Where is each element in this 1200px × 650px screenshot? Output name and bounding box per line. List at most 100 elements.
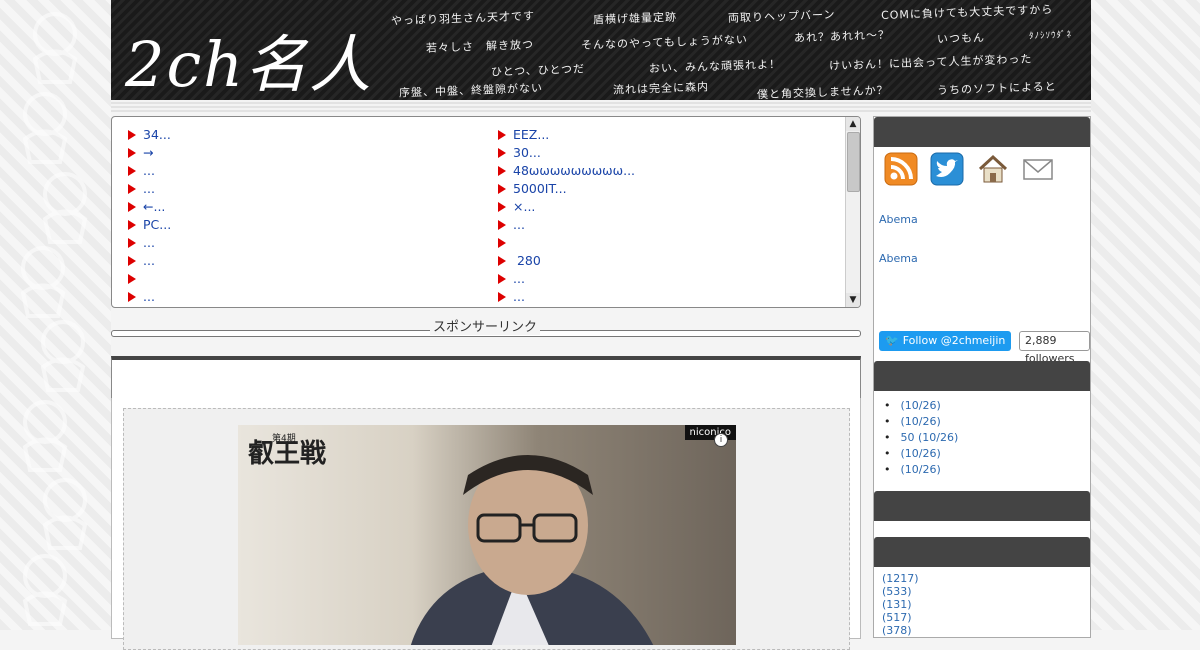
bullet-icon: • <box>884 447 891 460</box>
news-link[interactable]: ... <box>143 253 155 268</box>
header-phrase: 両取りヘップバーン <box>727 8 836 25</box>
news-link[interactable]: → <box>143 145 153 160</box>
news-list-left: 34... → ... ... ←... PC... ... ... ... <box>128 126 171 306</box>
news-link[interactable]: 34... <box>143 127 171 142</box>
news-link[interactable]: ... <box>143 289 155 304</box>
header-phrase: 序盤、中盤、終盤隙がない <box>398 81 544 100</box>
list-item[interactable]: (533) <box>882 585 919 598</box>
header-phrase: けいおん！に出会って人生が変わった <box>828 52 1033 73</box>
twitter-bird-icon: 🐦 <box>885 334 899 347</box>
mascot-icon <box>42 172 88 244</box>
news-link[interactable]: ... <box>143 235 155 250</box>
list-item[interactable]: ←... <box>128 198 171 216</box>
news-link[interactable]: ... <box>143 181 155 196</box>
news-link[interactable]: ... <box>513 289 525 304</box>
list-item[interactable]: • (10/26) <box>884 398 958 414</box>
video-frame: 叡王戦 第4期 niconico i <box>123 408 850 650</box>
mascot-icon <box>42 478 88 550</box>
sponsor-label: スポンサーリンク <box>430 316 541 335</box>
list-item[interactable]: EEZ... <box>498 126 635 144</box>
arrow-right-icon <box>498 256 506 266</box>
scroll-down-button[interactable]: ▼ <box>846 293 860 307</box>
list-item[interactable]: ... <box>128 288 171 306</box>
arrow-right-icon <box>128 184 136 194</box>
header-phrase: COMに負けても大丈夫ですから <box>880 2 1054 23</box>
news-link[interactable]: EEZ... <box>513 127 549 142</box>
list-item[interactable]: • (10/26) <box>884 446 958 462</box>
bullet-icon: • <box>884 431 891 444</box>
news-link[interactable]: ... <box>143 163 155 178</box>
list-item[interactable]: 34... <box>128 126 171 144</box>
site-header: 2ch名人 やっぱり羽生さん天才です 盾横げ雄量定跡 両取りヘップバーン COM… <box>111 0 1091 100</box>
list-item[interactable] <box>128 270 171 288</box>
list-item[interactable]: 5000IT... <box>498 180 635 198</box>
site-logo[interactable]: 2ch名人 <box>125 14 373 100</box>
arrow-right-icon <box>128 274 136 284</box>
abema-link[interactable]: Abema <box>879 213 918 226</box>
list-item[interactable]: • (10/26) <box>884 462 958 478</box>
list-item[interactable]: (131) <box>882 598 919 611</box>
twitter-follow-button[interactable]: 🐦 Follow @2chmeijin <box>879 331 1012 351</box>
news-link[interactable]: 30... <box>513 145 541 160</box>
abema-link[interactable]: Abema <box>879 252 918 265</box>
list-item[interactable]: ×... <box>498 198 635 216</box>
rss-icon[interactable] <box>884 152 918 186</box>
info-icon[interactable]: i <box>714 433 728 447</box>
arrow-right-icon <box>498 292 506 302</box>
recent-link[interactable]: (10/26) <box>901 463 941 476</box>
list-item[interactable]: 48ωωωωωωωωω... <box>498 162 635 180</box>
arrow-right-icon <box>498 130 506 140</box>
list-item[interactable]: PC... <box>128 216 171 234</box>
news-scrollbar[interactable]: ▲ ▼ <box>845 117 860 307</box>
mascot-icon <box>32 12 78 84</box>
arrow-right-icon <box>498 166 506 176</box>
arrow-right-icon <box>498 238 506 248</box>
right-background <box>1091 0 1200 630</box>
list-item[interactable]: (517) <box>882 611 919 624</box>
arrow-right-icon <box>498 220 506 230</box>
news-link[interactable]: ... <box>513 217 525 232</box>
recent-link[interactable]: (10/26) <box>901 399 941 412</box>
recent-link[interactable]: 50 (10/26) <box>901 431 959 444</box>
mail-icon[interactable] <box>1021 152 1055 186</box>
news-link[interactable]: ←... <box>143 199 165 214</box>
header-phrase: おい、みんな頑張れよ！ <box>648 57 782 76</box>
news-link[interactable]: 5000IT... <box>513 181 567 196</box>
list-item[interactable]: ... <box>498 288 635 306</box>
list-item[interactable]: ... <box>498 270 635 288</box>
news-link[interactable]: 280 <box>513 253 541 268</box>
list-item[interactable]: (378) <box>882 624 919 637</box>
twitter-icon[interactable] <box>930 152 964 186</box>
list-item[interactable]: • 50 (10/26) <box>884 430 958 446</box>
arrow-right-icon <box>128 130 136 140</box>
list-item[interactable]: ... <box>128 234 171 252</box>
recent-list: • (10/26) • (10/26) • 50 (10/26) • (10/26) •… <box>884 398 958 478</box>
bullet-icon: • <box>884 399 891 412</box>
list-item[interactable]: (1217) <box>882 572 919 585</box>
sidebar: Abema Abema 🐦 Follow @2chmeijin 2,889 fol… <box>873 116 1091 638</box>
list-item[interactable]: 30... <box>498 144 635 162</box>
video-player[interactable]: 叡王戦 第4期 niconico i <box>238 425 736 645</box>
news-link[interactable]: PC... <box>143 217 171 232</box>
list-item[interactable]: → <box>128 144 171 162</box>
scroll-up-button[interactable]: ▲ <box>846 117 860 131</box>
list-item[interactable]: 280 <box>498 252 635 270</box>
recent-link[interactable]: (10/26) <box>901 447 941 460</box>
list-item[interactable]: ... <box>128 180 171 198</box>
header-phrase: 盾横げ雄量定跡 <box>592 10 678 27</box>
news-link[interactable]: 48ωωωωωωωωω... <box>513 163 635 178</box>
mascot-icon <box>40 320 86 392</box>
news-link[interactable]: ×... <box>513 199 535 214</box>
niconico-badge[interactable]: niconico <box>684 425 736 440</box>
news-link[interactable]: ... <box>513 271 525 286</box>
list-item[interactable]: ... <box>128 162 171 180</box>
follow-label: Follow @2chmeijin <box>902 334 1006 347</box>
scroll-thumb[interactable] <box>847 132 860 192</box>
recent-link[interactable]: (10/26) <box>901 415 941 428</box>
list-item[interactable]: ... <box>128 252 171 270</box>
list-item[interactable]: • (10/26) <box>884 414 958 430</box>
home-icon[interactable] <box>976 152 1010 186</box>
list-item[interactable]: ... <box>498 216 635 234</box>
header-phrase: そんなのやってもしょうがない <box>580 33 749 52</box>
list-item[interactable] <box>498 234 635 252</box>
